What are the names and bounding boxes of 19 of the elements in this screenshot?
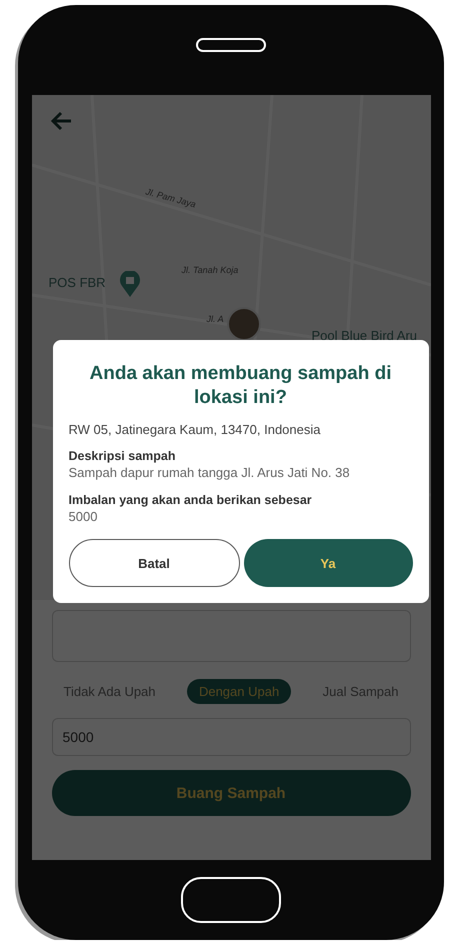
address-text: RW 05, Jatinegara Kaum, 13470, Indonesia [68,422,322,436]
section-label: Imbalan yang akan anda berikan sebesar [68,492,313,507]
section-label: Deskripsi sampah [68,448,176,462]
home-button[interactable] [181,877,281,923]
place-label: Pool Blue Bird Aru [312,328,418,343]
confirm-button[interactable]: Ya [244,539,412,587]
section-value: Sampah dapur rumah tangga Jl. Arus Jati No. 38 [68,464,351,481]
reward-tab[interactable]: Dengan Upah [186,678,292,704]
location-marker [226,307,260,341]
cancel-button[interactable]: Batal [68,539,240,587]
place-label: POS FBR [48,275,106,290]
section-value: 5000 [68,508,98,525]
dialog-title: Anda akan membuang sampah di lokasi ini? [88,362,392,410]
amount-input[interactable]: 5000 [52,718,410,756]
street-label: Jl. A [206,314,224,324]
submit-button[interactable]: Buang Sampah [52,770,410,816]
speaker-slot [196,38,266,52]
back-arrow-icon [50,109,74,133]
map-pin-icon [120,271,140,297]
